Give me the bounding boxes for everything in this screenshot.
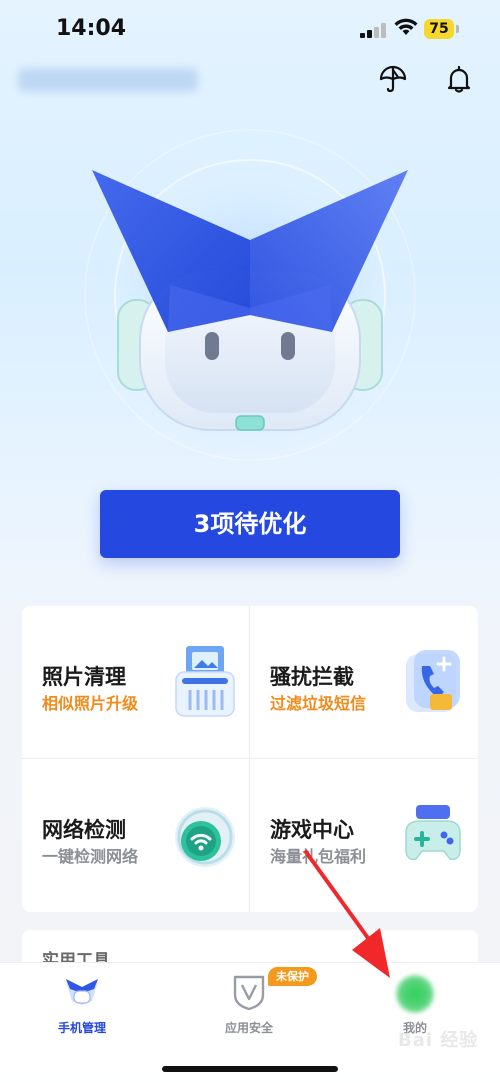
- account-name-blurred[interactable]: [18, 68, 198, 92]
- cellular-signal-icon: [360, 22, 386, 38]
- home-indicator[interactable]: [162, 1066, 338, 1072]
- unprotected-badge: 未保护: [268, 967, 317, 986]
- feature-grid: 照片清理 相似照片升级 骚扰拦截 过滤垃圾短信 网络检测 一键检测网络 游戏中心…: [22, 606, 478, 912]
- card-title: 游戏中心: [270, 818, 354, 842]
- card-subtitle: 一键检测网络: [42, 847, 139, 866]
- shredder-icon: [175, 646, 235, 717]
- watermark: Bai 经验: [398, 1030, 479, 1051]
- card-subtitle: 海量礼包福利: [270, 847, 367, 866]
- phone-manager-icon: [66, 979, 98, 1005]
- card-photo-cleanup[interactable]: 照片清理 相似照片升级: [22, 606, 250, 759]
- tab-label: 应用安全: [224, 1021, 273, 1035]
- card-harassment-block[interactable]: 骚扰拦截 过滤垃圾短信: [250, 606, 478, 759]
- card-title: 骚扰拦截: [270, 665, 354, 689]
- card-network-check[interactable]: 网络检测 一键检测网络: [22, 759, 250, 912]
- tab-phone-manager[interactable]: 手机管理: [22, 963, 142, 1063]
- card-title: 网络检测: [42, 818, 126, 842]
- bell-icon[interactable]: [444, 64, 474, 94]
- optimize-button[interactable]: 3项待优化: [100, 490, 400, 558]
- status-bar: 14:04 75: [0, 0, 500, 60]
- gamepad-icon: [405, 805, 461, 861]
- phone-block-icon: [406, 650, 460, 712]
- card-title: 照片清理: [42, 665, 126, 689]
- card-subtitle: 相似照片升级: [42, 694, 139, 713]
- wifi-icon: [394, 18, 418, 35]
- header: [0, 60, 500, 104]
- robot-mascot-illustration: [84, 129, 416, 461]
- wifi-check-icon: [175, 807, 235, 867]
- tab-label: 手机管理: [57, 1021, 106, 1035]
- umbrella-icon[interactable]: [378, 64, 408, 94]
- battery-tip: [456, 25, 459, 33]
- card-game-center[interactable]: 游戏中心 海量礼包福利: [250, 759, 478, 912]
- profile-avatar[interactable]: [396, 975, 434, 1013]
- battery-indicator: 75: [424, 19, 454, 39]
- card-subtitle: 过滤垃圾短信: [270, 694, 367, 713]
- shield-icon: [233, 975, 265, 1011]
- status-time: 14:04: [56, 16, 127, 41]
